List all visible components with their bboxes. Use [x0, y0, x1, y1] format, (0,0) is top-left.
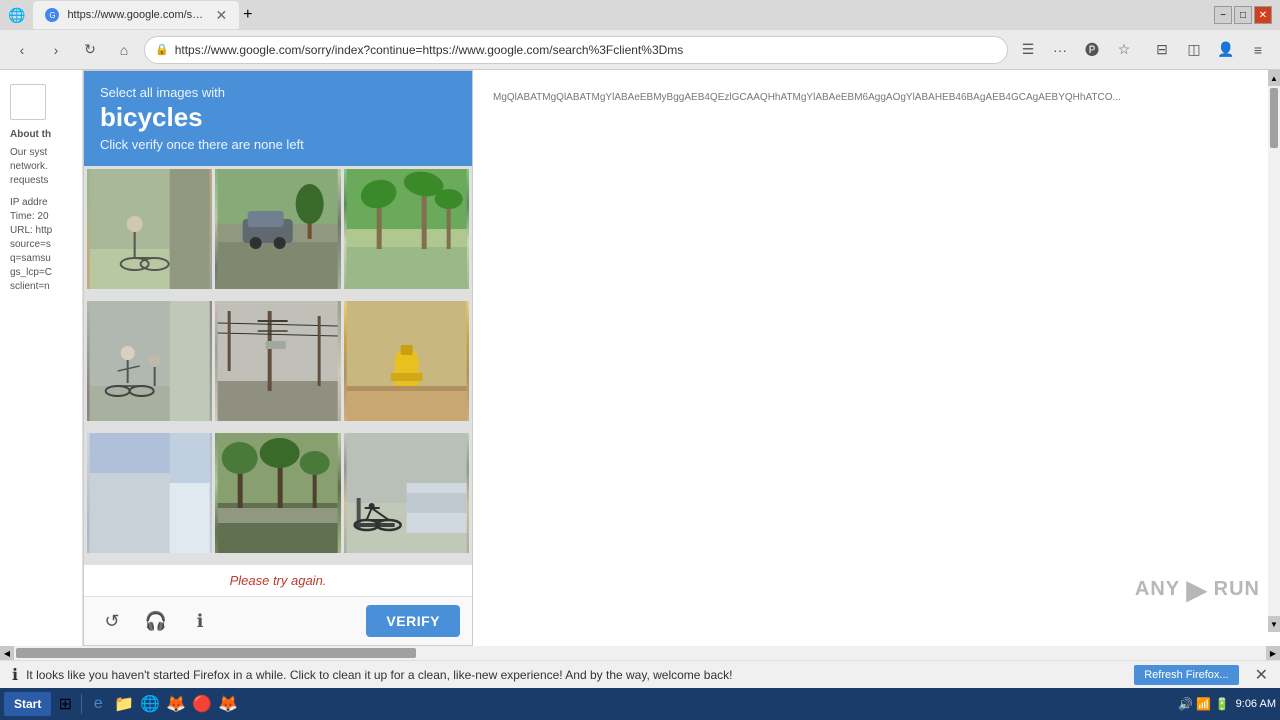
- new-tab-button[interactable]: +: [243, 6, 252, 24]
- start-button[interactable]: Start: [4, 692, 51, 716]
- status-close-button[interactable]: ✕: [1255, 665, 1268, 685]
- captcha-sub-text: Click verify once there are none left: [100, 137, 456, 152]
- captcha-image-1[interactable]: [87, 169, 212, 289]
- captcha-header: Select all images with bicycles Click ve…: [84, 71, 472, 166]
- captcha-image-9[interactable]: [344, 433, 469, 553]
- bookmark-icon[interactable]: ☆: [1110, 36, 1138, 64]
- window-icon: 🌐: [8, 7, 25, 24]
- ip-info: IP addre Time: 20 URL: http source=s q=s…: [10, 196, 72, 294]
- taskbar: Start ⊞ e 📁 🌐 🦊 🔴 🦊 🔊 📶 🔋 9:06 AM: [0, 688, 1280, 720]
- navigation-bar: ‹ › ↻ ⌂ 🔒 https://www.google.com/sorry/i…: [0, 30, 1280, 70]
- about-title: About th: [10, 128, 72, 142]
- taskbar-icon-chrome[interactable]: 🌐: [138, 692, 162, 716]
- anyrun-watermark: ANY ▶ RUN: [1135, 573, 1260, 606]
- page-right-content: MgQlABATMgQlABATMgYlABAeEBMyBggAEB4QEzlG…: [473, 70, 1280, 646]
- about-section: About th Our syst network. requests IP a…: [10, 128, 72, 294]
- back-button[interactable]: ‹: [8, 36, 36, 64]
- sidebar-toggle-icon[interactable]: ◫: [1180, 36, 1208, 64]
- title-bar: 🌐 G https://www.google.com/search? ✕ + −…: [0, 0, 1280, 30]
- page-sidebar: About th Our syst network. requests IP a…: [0, 70, 83, 646]
- captcha-image-4[interactable]: [87, 301, 212, 421]
- captcha-image-8[interactable]: [215, 433, 340, 553]
- captcha-image-3[interactable]: [344, 169, 469, 289]
- scroll-right-arrow[interactable]: ▶: [1266, 646, 1280, 660]
- taskbar-icon-ff2[interactable]: 🦊: [216, 692, 240, 716]
- scroll-down-arrow[interactable]: ▼: [1268, 616, 1280, 632]
- nav-right-icons: ☰ ··· 🅟 ☆: [1014, 36, 1138, 64]
- scroll-thumb[interactable]: [1270, 88, 1278, 148]
- captcha-image-2[interactable]: [215, 169, 340, 289]
- captcha-refresh-button[interactable]: ↺: [96, 605, 128, 637]
- captcha-widget: Select all images with bicycles Click ve…: [83, 70, 473, 646]
- refresh-firefox-button[interactable]: Refresh Firefox...: [1134, 665, 1238, 685]
- captcha-image-5[interactable]: [215, 301, 340, 421]
- status-message: It looks like you haven't started Firefo…: [26, 668, 1126, 682]
- taskbar-icon-ie[interactable]: e: [86, 692, 110, 716]
- url-params-text: MgQlABATMgQlABATMgYlABAeEBMyBggAEB4QEzlG…: [493, 90, 1260, 105]
- content-area: About th Our syst network. requests IP a…: [0, 70, 1280, 646]
- captcha-info-button[interactable]: ℹ: [184, 605, 216, 637]
- scroll-left-arrow[interactable]: ◀: [0, 646, 14, 660]
- taskbar-separator: [81, 694, 82, 714]
- taskbar-icon-folder[interactable]: 📁: [112, 692, 136, 716]
- taskbar-icon-red[interactable]: 🔴: [190, 692, 214, 716]
- home-button[interactable]: ⌂: [110, 36, 138, 64]
- about-text: Our syst network. requests: [10, 146, 72, 188]
- security-icon: 🔒: [155, 43, 169, 56]
- captcha-error-text: Please try again.: [84, 565, 472, 596]
- window-controls: − □ ✕: [1214, 6, 1272, 24]
- browser-frame: 🌐 G https://www.google.com/search? ✕ + −…: [0, 0, 1280, 720]
- vertical-scrollbar[interactable]: ▲ ▼: [1268, 70, 1280, 632]
- sidebar-checkbox: [10, 84, 46, 120]
- horizontal-scrollbar[interactable]: ◀ ▶: [0, 646, 1280, 660]
- status-bar: ℹ It looks like you haven't started Fire…: [0, 660, 1280, 688]
- tab-label: https://www.google.com/search?: [67, 9, 207, 21]
- watermark-icon: ▶: [1186, 573, 1208, 606]
- captcha-select-text: Select all images with: [100, 85, 456, 100]
- library-icon[interactable]: ⊟: [1148, 36, 1176, 64]
- h-scroll-thumb[interactable]: [16, 648, 416, 658]
- restore-button[interactable]: □: [1234, 6, 1252, 24]
- forward-button[interactable]: ›: [42, 36, 70, 64]
- synced-tabs-icon[interactable]: 👤: [1212, 36, 1240, 64]
- taskbar-system-icons: 🔊 📶 🔋: [1178, 697, 1230, 711]
- scroll-up-arrow[interactable]: ▲: [1268, 70, 1280, 86]
- taskbar-time: 9:06 AM: [1236, 698, 1276, 710]
- active-tab[interactable]: G https://www.google.com/search? ✕: [33, 1, 239, 29]
- url-text: https://www.google.com/sorry/index?conti…: [175, 43, 997, 57]
- tab-favicon: G: [45, 8, 59, 22]
- minimize-button[interactable]: −: [1214, 6, 1232, 24]
- captcha-audio-button[interactable]: 🎧: [140, 605, 172, 637]
- captcha-footer: ↺ 🎧 ℹ VERIFY: [84, 596, 472, 645]
- address-bar[interactable]: 🔒 https://www.google.com/sorry/index?con…: [144, 36, 1008, 64]
- captcha-image-grid: [84, 166, 472, 565]
- taskbar-right: 🔊 📶 🔋 9:06 AM: [1178, 697, 1276, 711]
- watermark-text: ANY: [1135, 578, 1180, 601]
- watermark-suffix: RUN: [1214, 578, 1260, 601]
- verify-button[interactable]: VERIFY: [366, 605, 460, 637]
- close-button[interactable]: ✕: [1254, 6, 1272, 24]
- taskbar-icon-windows[interactable]: ⊞: [53, 692, 77, 716]
- close-tab-button[interactable]: ✕: [215, 7, 227, 24]
- captcha-main-label: bicycles: [100, 102, 456, 133]
- menu-button[interactable]: ≡: [1244, 36, 1272, 64]
- status-bar-icon: ℹ: [12, 665, 18, 685]
- more-options-icon[interactable]: ···: [1046, 36, 1074, 64]
- taskbar-icon-ff1[interactable]: 🦊: [164, 692, 188, 716]
- reload-button[interactable]: ↻: [76, 36, 104, 64]
- reader-view-icon[interactable]: ☰: [1014, 36, 1042, 64]
- captcha-image-7[interactable]: [87, 433, 212, 553]
- pocket-icon[interactable]: 🅟: [1078, 36, 1106, 64]
- captcha-image-6[interactable]: [344, 301, 469, 421]
